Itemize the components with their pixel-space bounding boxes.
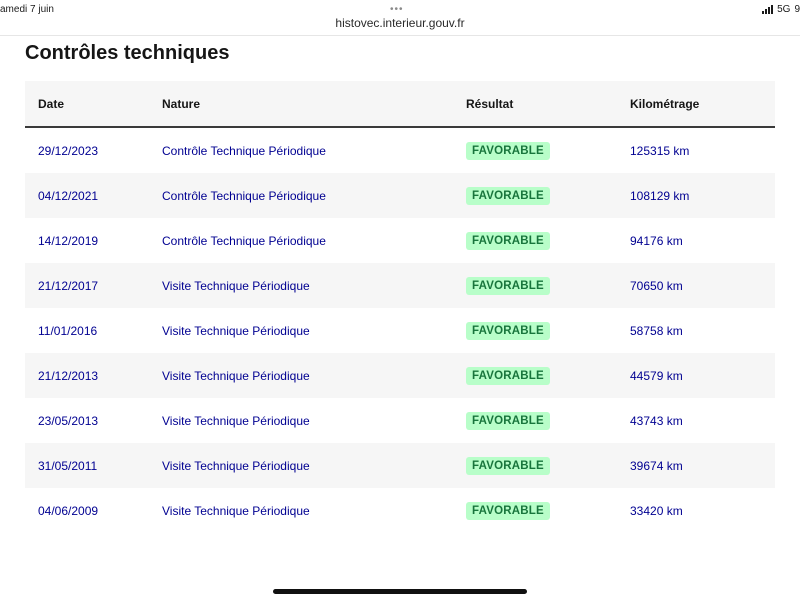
page-title: Contrôles techniques <box>25 42 230 64</box>
row-result: FAVORABLE <box>466 411 630 430</box>
header-nature: Nature <box>162 96 201 111</box>
row-nature: Visite Technique Périodique <box>162 413 310 428</box>
table-row: 11/01/2016 Visite Technique Périodique F… <box>25 308 775 353</box>
row-date: 21/12/2017 <box>38 278 99 293</box>
row-date: 29/12/2023 <box>38 143 99 158</box>
table-row: 21/12/2017 Visite Technique Périodique F… <box>25 263 775 308</box>
status-badge: FAVORABLE <box>466 366 550 385</box>
table-row: 21/12/2013 Visite Technique Périodique F… <box>25 353 775 398</box>
signal-icon <box>762 5 774 14</box>
status-badge: FAVORABLE <box>466 141 550 160</box>
row-mileage: 125315 km <box>630 143 690 158</box>
status-badge: FAVORABLE <box>466 411 550 430</box>
table-header: Date Nature Résultat Kilométrage <box>25 81 775 128</box>
header-mileage: Kilométrage <box>630 96 700 111</box>
row-mileage: 39674 km <box>630 458 683 473</box>
row-nature: Contrôle Technique Périodique <box>162 188 326 203</box>
table-row: 14/12/2019 Contrôle Technique Périodique… <box>25 218 775 263</box>
table-row: 23/05/2013 Visite Technique Périodique F… <box>25 398 775 443</box>
row-result: FAVORABLE <box>466 501 630 520</box>
inspections-table: Date Nature Résultat Kilométrage 29/12/2… <box>25 81 775 533</box>
row-date: 31/05/2011 <box>38 458 98 473</box>
status-indicators: 5G 9 <box>762 4 800 15</box>
address-bar[interactable]: histovec.interieur.gouv.fr <box>0 16 800 30</box>
more-dots-icon[interactable]: ••• <box>390 4 404 15</box>
row-nature: Visite Technique Périodique <box>162 368 310 383</box>
row-date: 11/01/2016 <box>38 323 98 338</box>
toolbar-divider <box>0 35 800 36</box>
status-badge: FAVORABLE <box>466 276 550 295</box>
status-badge: FAVORABLE <box>466 501 550 520</box>
status-date: amedi 7 juin <box>0 4 54 15</box>
status-badge: FAVORABLE <box>466 186 550 205</box>
table-row: 04/06/2009 Visite Technique Périodique F… <box>25 488 775 533</box>
row-nature: Contrôle Technique Périodique <box>162 143 326 158</box>
row-date: 23/05/2013 <box>38 413 99 428</box>
header-result: Résultat <box>466 96 514 111</box>
header-date: Date <box>38 96 65 111</box>
tablet-screen: amedi 7 juin ••• 5G 9 histovec.interieur… <box>0 0 800 600</box>
row-nature: Contrôle Technique Périodique <box>162 233 326 248</box>
row-mileage: 94176 km <box>630 233 683 248</box>
row-mileage: 70650 km <box>630 278 683 293</box>
row-result: FAVORABLE <box>466 456 630 475</box>
row-mileage: 33420 km <box>630 503 683 518</box>
row-result: FAVORABLE <box>466 231 630 250</box>
status-badge: FAVORABLE <box>466 321 550 340</box>
row-date: 21/12/2013 <box>38 368 99 383</box>
row-mileage: 43743 km <box>630 413 683 428</box>
row-date: 04/06/2009 <box>38 503 99 518</box>
row-nature: Visite Technique Périodique <box>162 278 310 293</box>
table-row: 04/12/2021 Contrôle Technique Périodique… <box>25 173 775 218</box>
home-indicator[interactable] <box>273 589 527 594</box>
battery-label: 9 <box>794 4 800 15</box>
row-result: FAVORABLE <box>466 276 630 295</box>
row-date: 14/12/2019 <box>38 233 99 248</box>
row-mileage: 108129 km <box>630 188 690 203</box>
row-result: FAVORABLE <box>466 321 630 340</box>
status-badge: FAVORABLE <box>466 231 550 250</box>
table-row: 29/12/2023 Contrôle Technique Périodique… <box>25 128 775 173</box>
row-mileage: 58758 km <box>630 323 683 338</box>
row-mileage: 44579 km <box>630 368 683 383</box>
row-date: 04/12/2021 <box>38 188 99 203</box>
url-text: histovec.interieur.gouv.fr <box>335 16 465 30</box>
status-badge: FAVORABLE <box>466 456 550 475</box>
row-nature: Visite Technique Périodique <box>162 323 310 338</box>
row-result: FAVORABLE <box>466 186 630 205</box>
network-label: 5G <box>777 4 791 15</box>
row-result: FAVORABLE <box>466 366 630 385</box>
row-result: FAVORABLE <box>466 141 630 160</box>
table-row: 31/05/2011 Visite Technique Périodique F… <box>25 443 775 488</box>
row-nature: Visite Technique Périodique <box>162 503 310 518</box>
row-nature: Visite Technique Périodique <box>162 458 310 473</box>
